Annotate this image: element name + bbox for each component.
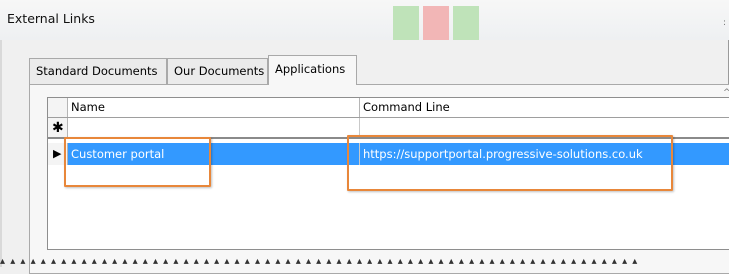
tab-label: Our Documents [174, 64, 265, 78]
window-title: External Links [7, 11, 95, 26]
tab-standard-documents[interactable]: Standard Documents [29, 58, 167, 84]
row-selector[interactable]: ▶ [48, 143, 68, 165]
external-links-grid[interactable]: Name Command Line ✱ ▶ Customer portal ht… [47, 97, 729, 250]
tab-applications[interactable]: Applications [268, 55, 357, 85]
current-row-arrow-icon: ▶ [53, 147, 62, 160]
tab-our-documents[interactable]: Our Documents [167, 58, 268, 84]
tab-label: Standard Documents [36, 64, 158, 78]
new-row-asterisk-icon: ✱ [52, 120, 64, 136]
title-bar-decoration [393, 6, 419, 40]
name-cell[interactable]: Customer portal [68, 143, 360, 165]
command-line-cell[interactable]: https://supportportal.progressive-soluti… [360, 143, 729, 165]
table-row[interactable]: ▶ Customer portal https://supportportal.… [48, 143, 729, 165]
column-header-command-line[interactable]: Command Line [360, 98, 729, 117]
row-selector[interactable]: ✱ [48, 118, 68, 137]
window-bottom-edge: ▴ ▴ ▴ ▴ ▴ ▴ ▴ ▴ ▴ ▴ ▴ ▴ ▴ ▴ ▴ ▴ ▴ ▴ ▴ ▴ … [0, 256, 639, 267]
name-cell-empty[interactable] [68, 118, 360, 137]
window-edge [0, 0, 2, 267]
select-all-corner[interactable] [48, 98, 68, 117]
title-bar-decoration [453, 6, 479, 40]
command-line-cell-empty[interactable] [360, 118, 729, 137]
title-bar: External Links [0, 0, 729, 40]
external-links-window: External Links : Standard Documents Our … [0, 0, 729, 274]
grid-header-row: Name Command Line [48, 98, 729, 118]
new-record-row[interactable]: ✱ [48, 118, 729, 139]
window-edge-mark: : [723, 18, 727, 28]
tab-label: Applications [275, 62, 346, 76]
column-header-name[interactable]: Name [68, 98, 360, 117]
title-bar-decoration [423, 6, 449, 40]
